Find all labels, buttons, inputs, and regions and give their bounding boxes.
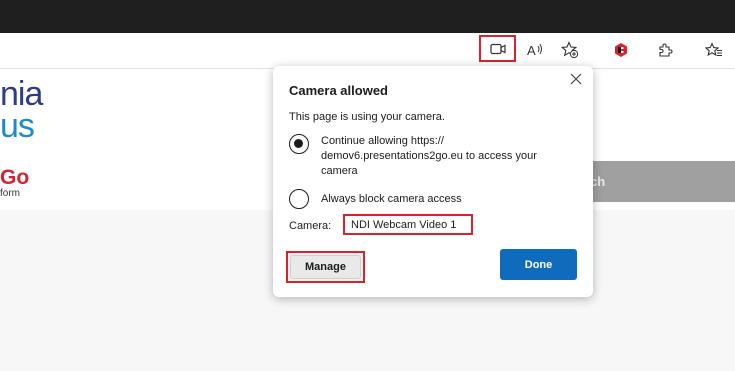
svg-text:A: A bbox=[527, 43, 536, 58]
camera-label: Camera: bbox=[289, 220, 332, 232]
brand-tagline: form bbox=[0, 188, 20, 199]
favorites-button[interactable] bbox=[699, 36, 729, 64]
brand-logo-text: Go bbox=[0, 166, 30, 189]
close-button[interactable] bbox=[567, 72, 585, 90]
extension-red-icon bbox=[613, 42, 629, 58]
favorites-icon bbox=[705, 42, 723, 58]
camera-icon bbox=[489, 43, 506, 55]
puzzle-icon bbox=[657, 42, 673, 58]
camera-select[interactable]: NDI Webcam Video 1 bbox=[343, 214, 473, 235]
extension-button[interactable] bbox=[606, 36, 636, 64]
radio-label-allow: Continue allowing https:// demov6.presen… bbox=[321, 135, 537, 177]
read-aloud-icon: A bbox=[526, 42, 544, 58]
radio-continue-allowing[interactable]: Continue allowing https:// demov6.presen… bbox=[289, 134, 561, 179]
radio-label-block: Always block camera access bbox=[321, 193, 462, 205]
popup-message: This page is using your camera. bbox=[289, 111, 445, 123]
close-icon bbox=[570, 72, 582, 90]
radio-always-block[interactable]: Always block camera access bbox=[289, 189, 561, 209]
manage-button-label: Manage bbox=[305, 261, 346, 273]
manage-button[interactable]: Manage bbox=[286, 251, 365, 283]
add-favorite-button[interactable] bbox=[555, 36, 585, 64]
done-button[interactable]: Done bbox=[500, 249, 577, 280]
camera-select-value: NDI Webcam Video 1 bbox=[351, 218, 457, 231]
camera-permission-button[interactable] bbox=[479, 35, 516, 62]
popup-title: Camera allowed bbox=[289, 83, 388, 98]
done-button-label: Done bbox=[524, 258, 553, 271]
camera-permission-popup: Camera allowed This page is using your c… bbox=[273, 66, 593, 297]
window-titlebar bbox=[0, 0, 735, 33]
radio-button-unchecked[interactable] bbox=[289, 189, 309, 209]
manage-button-face: Manage bbox=[290, 255, 361, 279]
extensions-menu-button[interactable] bbox=[650, 36, 680, 64]
site-logo-text-bottom: us bbox=[0, 107, 35, 145]
favorite-add-icon bbox=[561, 41, 579, 59]
radio-button-checked[interactable] bbox=[289, 134, 309, 154]
read-aloud-button[interactable]: A bbox=[520, 36, 550, 64]
